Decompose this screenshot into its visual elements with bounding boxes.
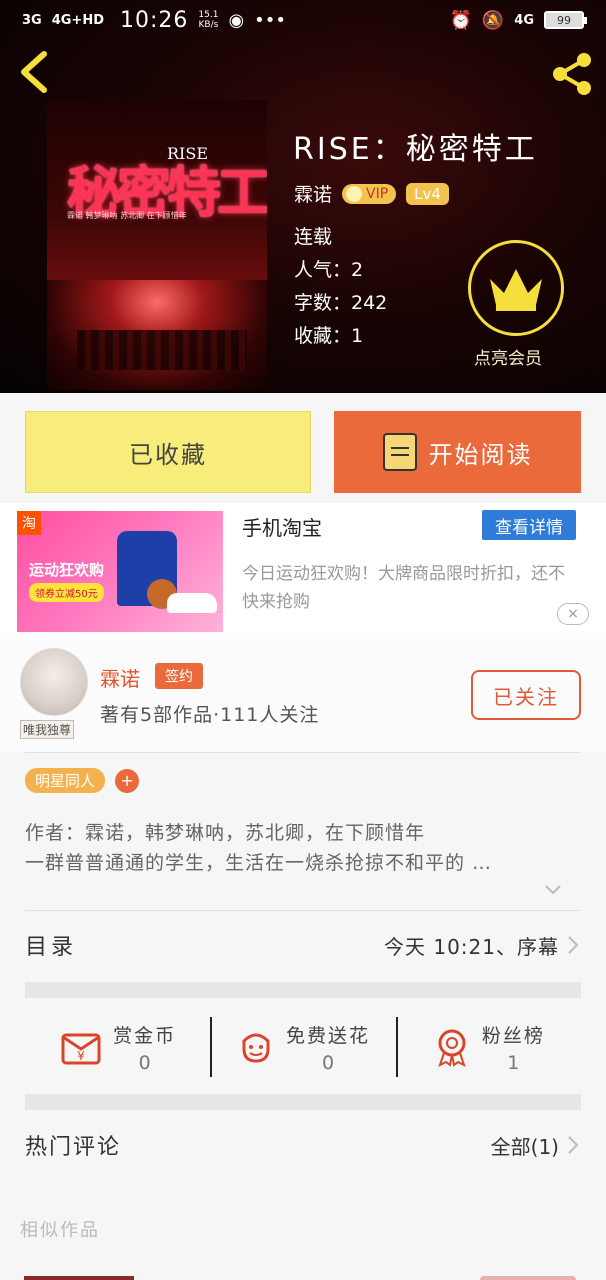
free-flower-button[interactable]: 免费送花 0 [210, 1017, 395, 1077]
avatar-tag: 唯我独尊 [20, 720, 75, 739]
hot-comments-label: 热门评论 [25, 1135, 122, 1160]
fans-label: 粉丝榜 [481, 1024, 545, 1047]
similar-works-heading: 相似作品 [20, 1220, 100, 1241]
cover-crowd [77, 330, 247, 370]
network-4g-right: 4G [514, 12, 534, 28]
speed-unit: KB/s [198, 20, 219, 30]
book-cover[interactable]: RISE 秘密特工 霖诺 韩梦琳呐 苏北卿 在下顾惜年 [47, 100, 267, 390]
medal-icon [438, 1029, 466, 1067]
author-row: 霖诺 VIP Lv4 [294, 180, 449, 207]
vip-icon [346, 185, 363, 202]
fans-value: 1 [507, 1051, 520, 1074]
crown-icon [490, 269, 542, 311]
signed-badge: 签约 [155, 663, 203, 689]
chevron-left-icon [21, 51, 47, 93]
taobao-icon: 淘 [17, 511, 41, 535]
more-icon: ••• [254, 9, 287, 31]
book-favorites: 收藏：1 [294, 325, 364, 347]
vip-label: VIP [366, 185, 389, 202]
ad-coupon: 领券立减50元 [29, 583, 104, 602]
section-separator [25, 1094, 581, 1110]
expand-button[interactable] [543, 880, 563, 900]
ad-description: 今日运动狂欢购！大牌商品限时折扣，还不快来抢购 [242, 564, 565, 612]
all-comments-link[interactable]: 全部(1) [491, 1131, 559, 1160]
flower-label: 免费送花 [285, 1024, 370, 1047]
divider [25, 752, 581, 753]
table-of-contents-row[interactable]: 目录 今天 10:21、序幕 [25, 910, 581, 980]
ad-title: 手机淘宝 [242, 516, 322, 540]
tag-row: 明星同人 + [25, 768, 140, 793]
reward-value: 0 [138, 1051, 151, 1074]
toc-latest-chapter: 今天 10:21、序幕 [384, 934, 559, 959]
level-badge: Lv4 [406, 182, 449, 205]
reward-label: 赏金币 [113, 1024, 177, 1047]
follow-button[interactable]: 已关注 [471, 670, 581, 720]
start-reading-label: 开始阅读 [428, 440, 533, 469]
tag-item[interactable]: 明星同人 [25, 768, 106, 793]
collected-button[interactable]: 已收藏 [25, 411, 311, 493]
header-author-name[interactable]: 霖诺 [294, 180, 332, 207]
book-word-count: 字数：242 [294, 292, 388, 314]
net-speed: 15.1 KB/s [198, 10, 218, 30]
reward-coins-button[interactable]: ¥ 赏金币 0 [25, 1017, 210, 1077]
author-name[interactable]: 霖诺 [100, 663, 140, 692]
mute-icon: 🔕 [481, 9, 505, 31]
book-title: RISE：秘密特工 [293, 132, 538, 167]
network-3g: 3G [22, 12, 42, 28]
stats-row: ¥ 赏金币 0 免费送花 0 粉丝榜 1 [25, 1000, 581, 1094]
ad-shoe-image [167, 593, 217, 613]
section-separator [25, 982, 581, 998]
chevron-right-icon [568, 936, 579, 954]
similar-work-thumbnail[interactable] [24, 1276, 134, 1280]
alarm-icon: ⏰ [449, 9, 472, 31]
book-icon [382, 433, 417, 471]
chevron-right-icon [568, 1136, 579, 1154]
hot-comments-row[interactable]: 热门评论 全部(1) [25, 1110, 581, 1180]
chevron-down-icon [545, 885, 561, 895]
flower-icon [242, 1033, 270, 1063]
author-stats: 著有5部作品·111人关注 [100, 704, 320, 726]
share-button[interactable] [548, 50, 596, 98]
network-4g: 4G+HD [51, 12, 104, 28]
share-icon [553, 53, 591, 95]
synopsis-line-2: 一群普普通通的学生，生活在一烧杀抢掠不和平的 … [25, 852, 493, 874]
vip-badge: VIP [342, 183, 397, 204]
toc-label: 目录 [25, 935, 78, 960]
red-envelope-icon: ¥ [61, 1033, 101, 1065]
synopsis-line-1: 作者：霖诺，韩梦琳呐，苏北卿，在下顾惜年 [25, 822, 426, 844]
ad-image[interactable]: 淘 运动狂欢购 领券立减50元 [17, 511, 223, 632]
clock: 10:26 [120, 7, 189, 33]
battery-icon: 99 [544, 11, 587, 29]
book-status: 连载 [294, 226, 333, 248]
ad-promo-text: 运动狂欢购 [29, 561, 105, 579]
ad-close-button[interactable]: × [557, 603, 589, 625]
similar-work-button[interactable] [480, 1276, 576, 1280]
book-header: 3G 4G+HD 10:26 15.1 KB/s ◉ ••• ⏰ 🔕 4G 99 [0, 0, 606, 393]
status-bar: 3G 4G+HD 10:26 15.1 KB/s ◉ ••• ⏰ 🔕 4G 99 [0, 0, 606, 40]
svg-text:¥: ¥ [77, 1049, 85, 1063]
avatar[interactable] [20, 648, 88, 716]
speed-value: 15.1 [198, 10, 219, 20]
member-label[interactable]: 点亮会员 [474, 344, 542, 369]
synopsis[interactable]: 作者：霖诺，韩梦琳呐，苏北卿，在下顾惜年 一群普普通通的学生，生活在一烧杀抢掠不… [25, 818, 581, 878]
fans-ranking-button[interactable]: 粉丝榜 1 [395, 1017, 581, 1077]
flower-value: 0 [321, 1051, 335, 1074]
add-tag-button[interactable]: + [115, 768, 140, 793]
cover-subtitle: 霖诺 韩梦琳呐 苏北卿 在下顾惜年 [67, 211, 187, 220]
back-button[interactable] [16, 48, 52, 96]
wechat-icon: ◉ [228, 9, 245, 31]
ad-details-button[interactable]: 查看详情 [482, 510, 576, 540]
start-reading-button[interactable]: 开始阅读 [334, 411, 581, 493]
member-button[interactable] [468, 240, 564, 336]
book-popularity: 人气：2 [294, 259, 364, 281]
